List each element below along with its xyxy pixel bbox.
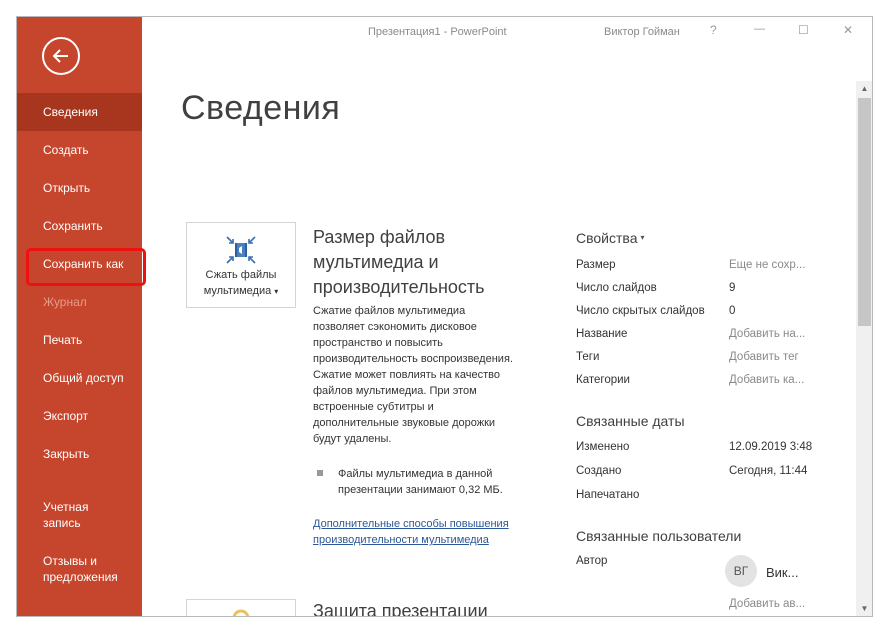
property-key: Название xyxy=(576,328,628,340)
property-row: Теги Добавить тег xyxy=(576,351,836,371)
date-row: Напечатано xyxy=(576,489,836,509)
scroll-up-icon[interactable]: ▲ xyxy=(856,81,872,97)
date-row: Создано Сегодня, 11:44 xyxy=(576,465,836,485)
property-key: Категории xyxy=(576,374,630,386)
protect-presentation-button[interactable] xyxy=(186,599,296,616)
media-performance-link[interactable]: Дополнительные способы повышения произво… xyxy=(313,516,513,548)
property-row: Категории Добавить ка... xyxy=(576,374,836,394)
media-size-bullet-text: Файлы мультимедиа в данной презентации з… xyxy=(338,468,503,496)
nav-history: Журнал xyxy=(43,295,87,309)
date-row: Изменено 12.09.2019 3:48 xyxy=(576,441,836,461)
property-row: Размер Еще не сохр... xyxy=(576,259,836,279)
chevron-down-icon: ▾ xyxy=(640,233,645,242)
nav-account[interactable]: Учетная запись xyxy=(17,487,142,541)
nav-separator xyxy=(17,473,142,487)
nav-close[interactable]: Закрыть xyxy=(17,435,142,473)
minimize-button[interactable]: — xyxy=(754,23,765,35)
add-author-link[interactable]: Добавить ав... xyxy=(729,598,805,610)
protect-presentation-title: Защита презентации xyxy=(313,601,488,617)
property-row: Число скрытых слайдов 0 xyxy=(576,305,836,325)
add-author-row: Добавить ав... xyxy=(576,598,836,616)
backstage-sidebar: Сведения Создать Открыть Сохранить Сохра… xyxy=(17,17,146,616)
property-key: Размер xyxy=(576,259,616,271)
user-name[interactable]: Виктор Гойман xyxy=(604,26,680,38)
vertical-scrollbar[interactable]: ▲ ▼ xyxy=(856,81,872,616)
powerpoint-window: Сведения Создать Открыть Сохранить Сохра… xyxy=(16,16,873,617)
property-value: Еще не сохр... xyxy=(729,259,806,271)
date-key: Напечатано xyxy=(576,489,640,501)
help-button[interactable]: ? xyxy=(710,23,717,37)
nav-print[interactable]: Печать xyxy=(17,321,142,359)
nav-info[interactable]: Сведения xyxy=(17,93,142,131)
nav-save[interactable]: Сохранить xyxy=(17,207,142,245)
nav-export[interactable]: Экспорт xyxy=(17,397,142,435)
nav-feedback-line2: предложения xyxy=(43,570,118,584)
nav-save-as[interactable]: Сохранить как xyxy=(17,245,146,286)
date-value: Сегодня, 11:44 xyxy=(729,465,808,477)
compress-media-icon xyxy=(226,236,256,264)
property-row: Число слайдов 9 xyxy=(576,282,836,302)
title-field[interactable]: Добавить на... xyxy=(729,328,805,340)
property-key: Число слайдов xyxy=(576,282,657,294)
properties-header[interactable]: Свойства ▾ xyxy=(576,230,645,246)
media-size-description: Сжатие файлов мультимедиа позволяет сэко… xyxy=(313,305,513,445)
compress-label-line2-wrap: мультимедиа ▾ xyxy=(187,283,295,300)
compress-media-label: Сжать файлы мультимедиа ▾ xyxy=(187,267,295,300)
nav-share[interactable]: Общий доступ xyxy=(17,359,142,397)
bullet-square-icon xyxy=(317,470,323,476)
close-button[interactable]: ✕ xyxy=(843,23,853,37)
categories-field[interactable]: Добавить ка... xyxy=(729,374,804,386)
nav-feedback-line1: Отзывы и xyxy=(43,554,97,568)
dropdown-caret-icon: ▾ xyxy=(274,287,279,296)
date-key: Изменено xyxy=(576,441,630,453)
author-key: Автор xyxy=(576,555,608,567)
maximize-button[interactable]: ☐ xyxy=(798,23,809,37)
page-title: Сведения xyxy=(181,89,341,127)
title-bar: Презентация1 - PowerPoint Виктор Гойман … xyxy=(142,17,872,49)
author-name[interactable]: Вик... xyxy=(766,565,798,580)
nav-account-line1: Учетная xyxy=(43,500,89,514)
scroll-down-icon[interactable]: ▼ xyxy=(856,601,872,616)
date-value: 12.09.2019 3:48 xyxy=(729,441,813,453)
compress-media-button[interactable]: Сжать файлы мультимедиа ▾ xyxy=(186,222,296,308)
lock-icon xyxy=(232,609,250,616)
property-value: 0 xyxy=(729,305,736,317)
compress-label-line1: Сжать файлы xyxy=(205,269,277,281)
tags-field[interactable]: Добавить тег xyxy=(729,351,799,363)
nav-open[interactable]: Открыть xyxy=(17,169,142,207)
compress-label-line2: мультимедиа xyxy=(203,285,272,297)
backstage-nav: Сведения Создать Открыть Сохранить Сохра… xyxy=(17,93,146,595)
nav-new[interactable]: Создать xyxy=(17,131,142,169)
back-button[interactable] xyxy=(42,37,80,75)
property-value: 9 xyxy=(729,282,736,294)
media-size-title: Размер файлов мультимедиа и производител… xyxy=(313,227,485,297)
property-row: Название Добавить на... xyxy=(576,328,836,348)
nav-account-line2: запись xyxy=(43,516,81,530)
property-key: Число скрытых слайдов xyxy=(576,305,705,317)
window-title: Презентация1 - PowerPoint xyxy=(368,26,507,38)
property-key: Теги xyxy=(576,351,600,363)
avatar[interactable]: ВГ xyxy=(725,555,757,587)
date-key: Создано xyxy=(576,465,622,477)
related-dates-header: Связанные даты xyxy=(576,413,685,429)
scroll-thumb[interactable] xyxy=(858,98,871,326)
nav-feedback[interactable]: Отзывы и предложения xyxy=(17,541,142,595)
related-people-header: Связанные пользователи xyxy=(576,528,742,544)
back-arrow-icon xyxy=(52,49,68,63)
properties-header-label: Свойства xyxy=(576,230,638,246)
